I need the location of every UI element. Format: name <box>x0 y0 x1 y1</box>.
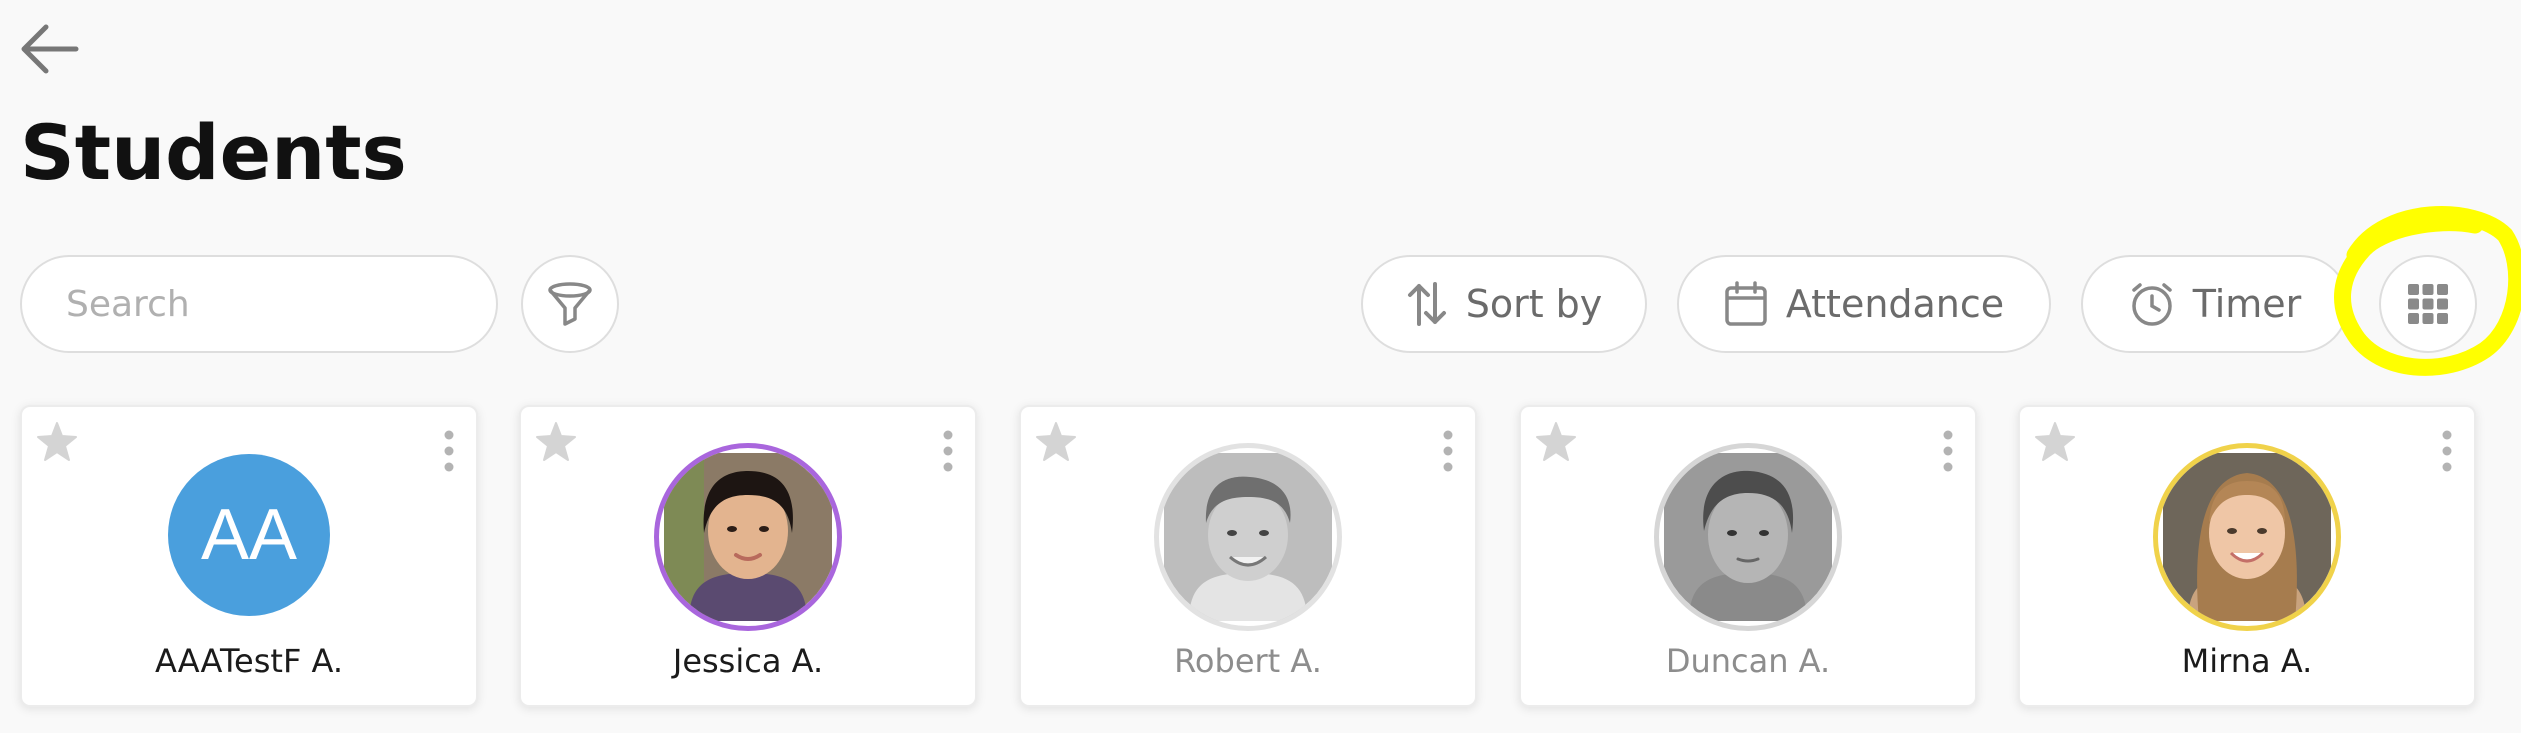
page-title: Students <box>20 108 407 197</box>
grid-view-icon <box>2408 284 2448 324</box>
sort-by-button[interactable]: Sort by <box>1361 255 1647 353</box>
student-card[interactable]: Jessica A. <box>519 405 977 707</box>
star-icon[interactable] <box>1033 419 1079 465</box>
avatar <box>2153 443 2341 631</box>
star-icon[interactable] <box>34 419 80 465</box>
sort-arrows-icon <box>1407 282 1446 326</box>
star-icon[interactable] <box>1533 419 1579 465</box>
student-card[interactable]: Robert A. <box>1019 405 1477 707</box>
funnel-icon <box>548 282 592 326</box>
student-card[interactable]: AA AAATestF A. <box>20 405 478 707</box>
more-options-icon[interactable] <box>2438 429 2456 473</box>
more-options-icon[interactable] <box>440 429 458 473</box>
student-name: Duncan A. <box>1665 642 1831 680</box>
initials-avatar: AA <box>168 454 330 616</box>
student-card[interactable]: Mirna A. <box>2018 405 2476 707</box>
star-icon[interactable] <box>2032 419 2078 465</box>
stopwatch-icon <box>2131 283 2172 326</box>
student-card[interactable]: Duncan A. <box>1519 405 1977 707</box>
calendar-icon <box>1725 281 1767 326</box>
attendance-label: Attendance <box>1785 282 2005 326</box>
back-button[interactable] <box>18 20 80 78</box>
student-name: Mirna A. <box>2181 642 2313 680</box>
student-name: AAATestF A. <box>154 642 344 680</box>
avatar <box>654 443 842 631</box>
student-name: Jessica A. <box>672 642 824 680</box>
star-icon[interactable] <box>533 419 579 465</box>
timer-button[interactable]: Timer <box>2081 255 2349 353</box>
student-name: Robert A. <box>1174 642 1322 680</box>
grid-view-button[interactable] <box>2379 255 2477 353</box>
avatar <box>1154 443 1342 631</box>
filter-button[interactable] <box>521 255 619 353</box>
more-options-icon[interactable] <box>1439 429 1457 473</box>
attendance-button[interactable]: Attendance <box>1677 255 2051 353</box>
arrow-left-icon <box>21 24 79 74</box>
avatar <box>1654 443 1842 631</box>
search-input[interactable] <box>20 255 498 353</box>
more-options-icon[interactable] <box>939 429 957 473</box>
timer-label: Timer <box>2192 282 2302 326</box>
sort-by-label: Sort by <box>1465 282 1603 326</box>
more-options-icon[interactable] <box>1939 429 1957 473</box>
